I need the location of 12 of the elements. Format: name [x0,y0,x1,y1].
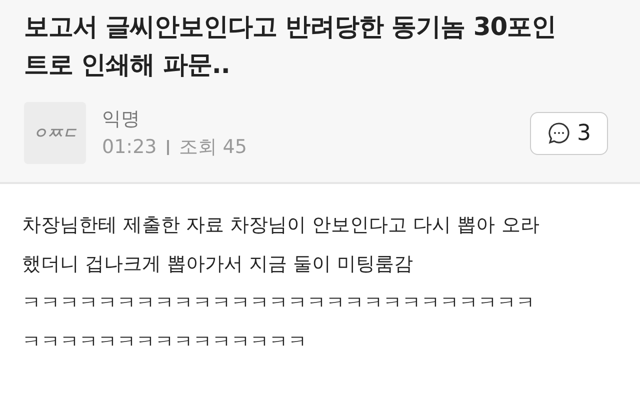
post-body-line: 했더니 겁나크게 뽑아가서 지금 둘이 미팅룸감 [22,252,414,277]
post-title: 트로 인쇄해 파문.. [24,49,231,81]
avatar-logo: ㅇㅉㄷ [24,102,86,164]
author-name: 익명 [102,107,141,132]
comment-icon [547,121,571,145]
post-body-line: ㅋㅋㅋㅋㅋㅋㅋㅋㅋㅋㅋㅋㅋㅋㅋㅋㅋㅋㅋㅋㅋㅋㅋㅋㅋㅋㅋ [22,291,536,316]
post-body-line: 차장님한테 제출한 자료 차장님이 안보인다고 다시 뽑아 오라 [22,213,540,238]
view-count: 조회 45 [178,135,247,160]
post-time: 01:23 [102,136,157,158]
post-body-line: ㅋㅋㅋㅋㅋㅋㅋㅋㅋㅋㅋㅋㅋㅋㅋ [22,330,308,355]
post-title: 보고서 글씨안보인다고 반려당한 동기놈 30포인 [24,11,558,43]
comment-button[interactable]: 3 [530,112,608,154]
